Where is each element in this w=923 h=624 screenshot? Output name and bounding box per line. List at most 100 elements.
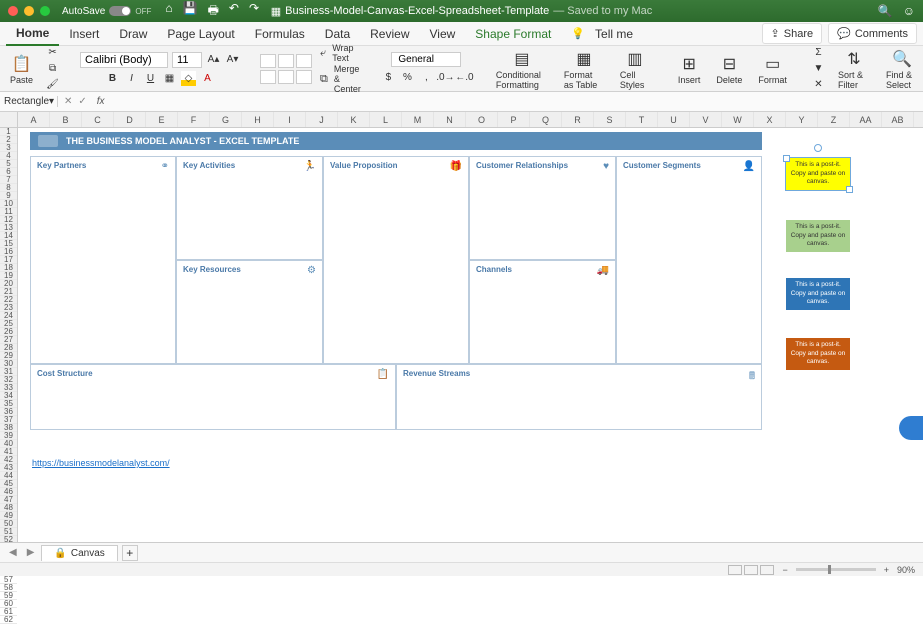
col-header-E[interactable]: E	[146, 112, 178, 127]
redo-icon[interactable]: ↷	[249, 1, 259, 22]
format-painter-icon[interactable]: 🖌	[45, 77, 60, 92]
percent-icon[interactable]: %	[400, 70, 415, 85]
postit-orange[interactable]: This is a post-it. Copy and paste on can…	[786, 338, 850, 370]
page-break-view-icon[interactable]	[760, 565, 774, 575]
enter-formula-icon[interactable]: ✓	[78, 96, 86, 107]
col-header-AA[interactable]: AA	[850, 112, 882, 127]
row-header-61[interactable]: 61	[0, 608, 17, 616]
sheet-nav-prev-icon[interactable]: ◀	[6, 547, 20, 558]
tab-home[interactable]: Home	[6, 22, 59, 46]
tab-data[interactable]: Data	[315, 23, 360, 45]
print-icon[interactable]: 🖶	[208, 1, 219, 22]
rotate-handle-icon[interactable]	[814, 144, 822, 152]
col-header-J[interactable]: J	[306, 112, 338, 127]
align-bottom-icon[interactable]	[296, 54, 312, 68]
font-size-input[interactable]	[172, 52, 202, 68]
share-button[interactable]: ⇪Share	[762, 23, 823, 44]
maximize-window-icon[interactable]	[40, 6, 50, 16]
autosum-icon[interactable]: Σ	[811, 45, 826, 60]
decrease-font-icon[interactable]: A▾	[225, 52, 240, 67]
undo-icon[interactable]: ↶	[229, 1, 239, 22]
align-left-icon[interactable]	[260, 70, 276, 84]
col-header-S[interactable]: S	[594, 112, 626, 127]
tab-formulas[interactable]: Formulas	[245, 23, 315, 45]
sort-filter-button[interactable]: ⇅Sort & Filter	[834, 46, 874, 92]
number-format-select[interactable]	[391, 52, 461, 67]
cell-customer-segments[interactable]: Customer Segments👤	[616, 156, 762, 364]
font-name-input[interactable]	[80, 52, 168, 68]
tab-page-layout[interactable]: Page Layout	[157, 23, 244, 45]
sheet-tab-canvas[interactable]: 🔒Canvas	[41, 545, 117, 561]
sheet-nav-next-icon[interactable]: ▶	[24, 547, 38, 558]
normal-view-icon[interactable]	[728, 565, 742, 575]
format-as-table-button[interactable]: ▦Format as Table	[560, 46, 608, 92]
cut-icon[interactable]: ✂	[45, 45, 60, 60]
select-all-corner[interactable]	[0, 112, 18, 127]
col-header-P[interactable]: P	[498, 112, 530, 127]
col-header-M[interactable]: M	[402, 112, 434, 127]
col-header-Q[interactable]: Q	[530, 112, 562, 127]
comma-icon[interactable]: ,	[419, 70, 434, 85]
cell-key-activities[interactable]: Key Activities🏃	[176, 156, 323, 260]
align-center-icon[interactable]	[278, 70, 294, 84]
col-header-G[interactable]: G	[210, 112, 242, 127]
row-header-57[interactable]: 57	[0, 576, 17, 584]
tab-draw[interactable]: Draw	[109, 23, 157, 45]
cell-key-resources[interactable]: Key Resources⚙	[176, 260, 323, 364]
underline-button[interactable]: U	[143, 71, 158, 86]
col-header-A[interactable]: A	[18, 112, 50, 127]
col-header-T[interactable]: T	[626, 112, 658, 127]
delete-cells-button[interactable]: ⊟Delete	[712, 51, 746, 87]
bold-button[interactable]: B	[105, 71, 120, 86]
col-header-H[interactable]: H	[242, 112, 274, 127]
zoom-slider[interactable]	[796, 568, 876, 571]
copy-icon[interactable]: ⧉	[45, 61, 60, 76]
decrease-decimal-icon[interactable]: ←.0	[457, 70, 472, 85]
fill-color-icon[interactable]: ◇	[181, 71, 196, 86]
tab-shape-format[interactable]: Shape Format	[465, 23, 561, 45]
tab-insert[interactable]: Insert	[59, 23, 109, 45]
close-window-icon[interactable]	[8, 6, 18, 16]
cell-key-partners[interactable]: Key Partners⚭	[30, 156, 176, 364]
col-header-B[interactable]: B	[50, 112, 82, 127]
font-color-icon[interactable]: A	[200, 71, 215, 86]
postit-green[interactable]: This is a post-it. Copy and paste on can…	[786, 220, 850, 252]
bmc-link[interactable]: https://businessmodelanalyst.com/	[32, 458, 170, 468]
tab-review[interactable]: Review	[360, 23, 419, 45]
row-header-59[interactable]: 59	[0, 592, 17, 600]
page-layout-view-icon[interactable]	[744, 565, 758, 575]
zoom-out-icon[interactable]: −	[782, 565, 787, 575]
help-bubble-icon[interactable]	[899, 416, 923, 440]
col-header-D[interactable]: D	[114, 112, 146, 127]
search-icon[interactable]: 🔍	[878, 4, 893, 18]
row-header-60[interactable]: 60	[0, 600, 17, 608]
cancel-formula-icon[interactable]: ✕	[64, 96, 72, 107]
comments-button[interactable]: 💬Comments	[828, 23, 917, 44]
col-header-N[interactable]: N	[434, 112, 466, 127]
fill-icon[interactable]: ▼	[811, 61, 826, 76]
align-top-icon[interactable]	[260, 54, 276, 68]
currency-icon[interactable]: $	[381, 70, 396, 85]
col-header-Y[interactable]: Y	[786, 112, 818, 127]
save-icon[interactable]: 💾	[183, 1, 198, 22]
clear-icon[interactable]: ✕	[811, 77, 826, 92]
col-header-C[interactable]: C	[82, 112, 114, 127]
cell-styles-button[interactable]: ▥Cell Styles	[616, 46, 654, 92]
minimize-window-icon[interactable]	[24, 6, 34, 16]
col-header-O[interactable]: O	[466, 112, 498, 127]
row-header-58[interactable]: 58	[0, 584, 17, 592]
cell-customer-relationships[interactable]: Customer Relationships♥	[469, 156, 616, 260]
border-icon[interactable]: ▦	[162, 71, 177, 86]
zoom-level[interactable]: 90%	[897, 565, 915, 575]
postit-yellow[interactable]: This is a post-it. Copy and paste on can…	[786, 158, 850, 190]
wrap-text-icon[interactable]: ⤶	[320, 47, 326, 60]
col-header-L[interactable]: L	[370, 112, 402, 127]
tab-view[interactable]: View	[420, 23, 466, 45]
postit-blue[interactable]: This is a post-it. Copy and paste on can…	[786, 278, 850, 310]
cell-revenue-streams[interactable]: Revenue Streams🖩	[396, 364, 762, 430]
cell-value-proposition[interactable]: Value Proposition🎁	[323, 156, 469, 364]
col-header-W[interactable]: W	[722, 112, 754, 127]
format-cells-button[interactable]: ▭Format	[754, 51, 791, 87]
italic-button[interactable]: I	[124, 71, 139, 86]
canvas-area[interactable]: THE BUSINESS MODEL ANALYST - EXCEL TEMPL…	[18, 128, 923, 558]
